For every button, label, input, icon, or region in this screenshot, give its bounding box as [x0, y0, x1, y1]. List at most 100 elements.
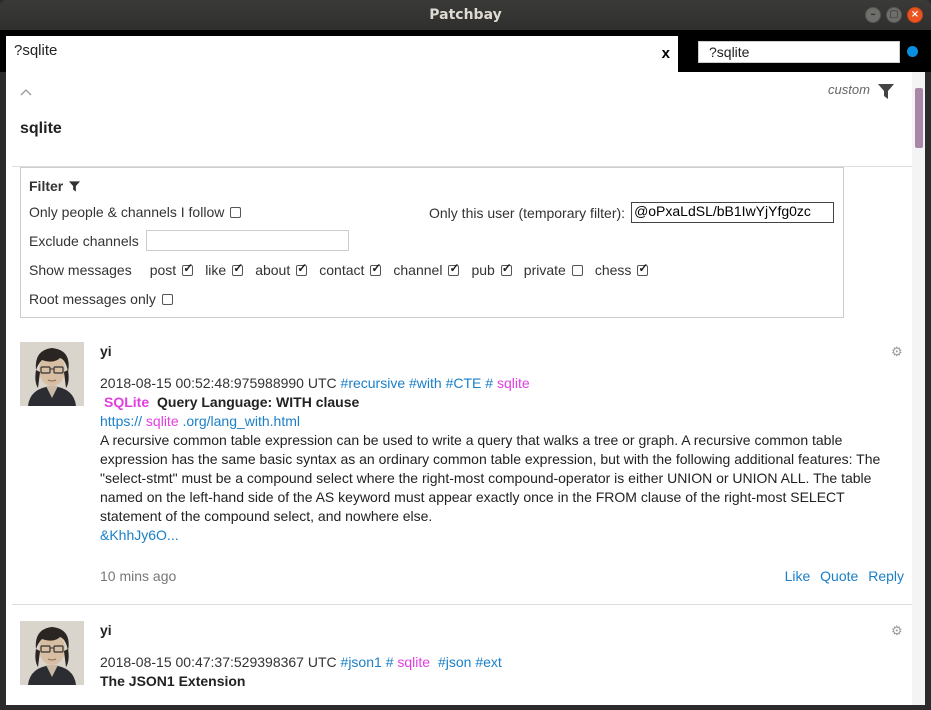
chess-checkbox[interactable] — [637, 261, 648, 276]
like-button[interactable]: Like — [785, 568, 811, 584]
window-title: Patchbay — [429, 7, 502, 23]
filter-panel: Filter Only people & channels I follow O… — [20, 167, 844, 318]
only-follow-label: Only people & channels I follow — [29, 204, 225, 220]
window-titlebar: Patchbay – ▢ × — [0, 0, 931, 30]
root-only-checkbox[interactable] — [161, 293, 173, 305]
exclude-channels-input[interactable] — [145, 230, 349, 251]
post-item: yi ⚙ 2018-08-15 00:47:37:529398367 UTC #… — [12, 621, 912, 705]
show-messages-label: Show messages — [29, 262, 132, 278]
minimize-button[interactable]: – — [865, 7, 881, 23]
filter-icon[interactable] — [878, 84, 894, 103]
window-controls: – ▢ × — [865, 7, 923, 23]
msg-type-label: pub — [471, 262, 495, 278]
post-checkbox[interactable] — [182, 261, 193, 276]
msg-type-label: channel — [393, 262, 443, 278]
only-follow-checkbox[interactable] — [230, 206, 242, 218]
post-meta-line: 2018-08-15 00:52:48:975988990 UTC #recur… — [100, 374, 900, 393]
post-item: yi ⚙ 2018-08-15 00:52:48:975988990 UTC #… — [12, 342, 912, 605]
msg-type-private[interactable]: private — [524, 262, 583, 278]
filter-icon — [69, 180, 81, 192]
hashtag[interactable]: #ext — [475, 654, 501, 670]
tab-label: ?sqlite — [14, 42, 58, 59]
scrollbar[interactable] — [912, 72, 925, 705]
main-content: custom sqlite Filter Only people & chann… — [6, 72, 925, 705]
quote-button[interactable]: Quote — [820, 568, 858, 584]
post-footer: 10 mins ago Like Quote Reply — [100, 568, 904, 584]
post-url: https:// sqlite .org/lang_with.html — [100, 412, 900, 431]
gear-icon[interactable]: ⚙ — [891, 344, 903, 360]
post-title-text: Query Language: WITH clause — [157, 394, 360, 410]
custom-label: custom — [828, 82, 870, 97]
post-meta-line: 2018-08-15 00:47:37:529398367 UTC #json1… — [100, 653, 900, 672]
post-actions: Like Quote Reply — [779, 568, 904, 584]
post-title: SQLite Query Language: WITH clause — [100, 393, 900, 412]
msg-type-label: private — [523, 262, 566, 278]
post-author[interactable]: yi — [100, 343, 112, 359]
only-user-row: Only this user (temporary filter): @oPxa… — [429, 202, 835, 223]
private-checkbox[interactable] — [571, 264, 583, 276]
url-channel[interactable]: sqlite — [146, 413, 179, 429]
like-checkbox[interactable] — [232, 261, 243, 276]
hashtag[interactable]: #CTE — [446, 375, 482, 391]
avatar[interactable] — [20, 342, 84, 406]
msg-type-label: chess — [594, 262, 632, 278]
about-checkbox[interactable] — [296, 261, 307, 276]
msg-type-chess[interactable]: chess — [594, 261, 649, 279]
msg-type-channel[interactable]: channel — [393, 261, 460, 279]
pub-checkbox[interactable] — [500, 261, 512, 276]
msg-type-pub[interactable]: pub — [471, 261, 512, 279]
msg-type-post[interactable]: post — [149, 261, 194, 279]
post-time-ago[interactable]: 10 mins ago — [100, 568, 176, 584]
msg-type-like[interactable]: like — [205, 261, 243, 279]
close-window-button[interactable]: × — [907, 7, 923, 23]
reply-button[interactable]: Reply — [868, 568, 904, 584]
tab-sqlite[interactable]: ?sqlite x — [6, 36, 678, 72]
url-part[interactable]: https:// — [100, 413, 142, 429]
show-messages-row: Show messages post like about contact ch… — [29, 261, 660, 279]
msg-type-about[interactable]: about — [255, 261, 307, 279]
only-user-input[interactable]: @oPxaLdSL/bB1IwYjYfg0zc — [631, 202, 835, 223]
url-part[interactable]: .org/lang_with.html — [183, 413, 301, 429]
root-only-row: Root messages only — [29, 291, 173, 307]
gear-icon[interactable]: ⚙ — [891, 623, 903, 639]
exclude-label: Exclude channels — [29, 232, 139, 249]
post-title-highlight[interactable]: SQLite — [104, 394, 149, 410]
page-title: sqlite — [20, 120, 62, 137]
hashtag[interactable]: #json — [438, 654, 471, 670]
hashtag[interactable]: # — [485, 375, 493, 391]
channel-checkbox[interactable] — [448, 261, 460, 276]
msg-type-label: about — [255, 262, 291, 278]
post-timestamp[interactable]: 2018-08-15 00:47:37:529398367 UTC — [100, 654, 337, 670]
only-follow-row: Only people & channels I follow — [29, 204, 242, 220]
hashtag[interactable]: #recursive — [341, 375, 406, 391]
channel-mention[interactable]: sqlite — [397, 654, 430, 670]
contact-checkbox[interactable] — [370, 261, 381, 276]
tab-bar: ?sqlite x — [0, 30, 931, 72]
post-text: A recursive common table expression can … — [100, 432, 881, 524]
hashtag[interactable]: #with — [409, 375, 442, 391]
scroll-thumb[interactable] — [915, 88, 923, 148]
maximize-button[interactable]: ▢ — [886, 7, 902, 23]
chevron-up-icon[interactable] — [20, 84, 32, 100]
hashtag[interactable]: #json1 — [341, 654, 382, 670]
channel-mention[interactable]: sqlite — [497, 375, 530, 391]
only-user-label: Only this user (temporary filter): — [429, 204, 626, 221]
message-ref-link[interactable]: &KhhJy6O... — [100, 527, 179, 543]
hashtag[interactable]: # — [386, 654, 394, 670]
tab-close-button[interactable]: x — [662, 45, 670, 62]
post-divider — [12, 604, 912, 605]
exclude-row: Exclude channels — [29, 230, 349, 251]
post-ref: &KhhJy6O... — [100, 526, 900, 545]
connection-status-dot — [907, 46, 918, 57]
msg-type-label: post — [149, 262, 177, 278]
filter-header: Filter — [29, 178, 81, 194]
msg-type-contact[interactable]: contact — [319, 261, 381, 279]
post-timestamp[interactable]: 2018-08-15 00:52:48:975988990 UTC — [100, 375, 337, 391]
search-input[interactable] — [698, 41, 900, 63]
post-title: The JSON1 Extension — [100, 673, 246, 689]
avatar[interactable] — [20, 621, 84, 685]
msg-type-label: contact — [319, 262, 365, 278]
post-author[interactable]: yi — [100, 622, 112, 638]
msg-type-label: like — [205, 262, 227, 278]
filter-title: Filter — [29, 178, 64, 194]
